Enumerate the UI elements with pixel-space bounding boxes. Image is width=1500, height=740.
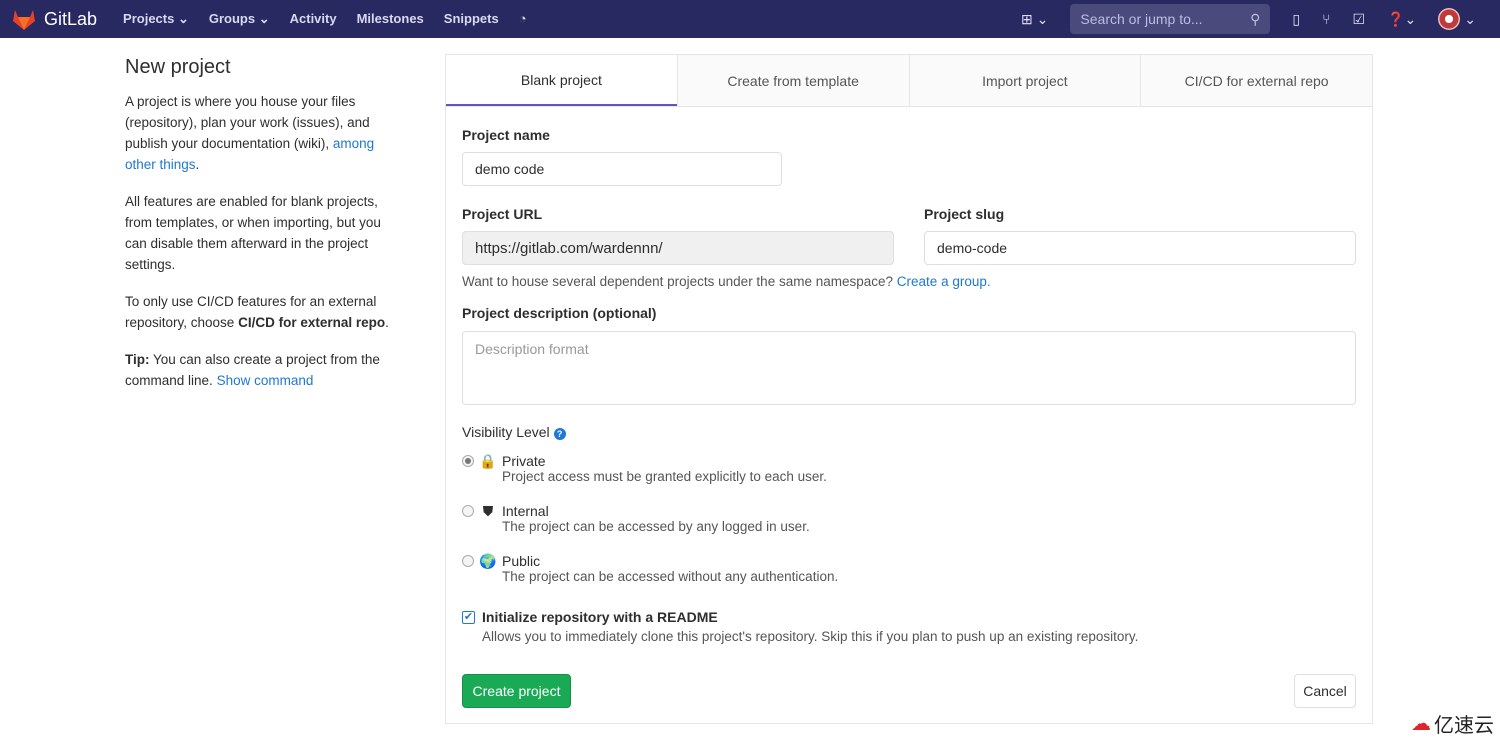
tab-import-project[interactable]: Import project <box>908 55 1141 106</box>
merge-requests-icon[interactable]: ⑂ <box>1322 11 1330 27</box>
readme-label[interactable]: Initialize repository with a README <box>482 609 1138 625</box>
globe-icon: 🌍 <box>479 553 497 569</box>
dashboard-icon[interactable]: ◔ <box>519 11 527 27</box>
public-radio[interactable] <box>462 555 474 567</box>
nav-groups[interactable]: Groups ⌄ <box>209 11 270 27</box>
create-group-link[interactable]: Create a group. <box>897 274 991 289</box>
sidebar-info: New project A project is where you house… <box>125 56 405 407</box>
visibility-private[interactable]: 🔒 Private Project access must be granted … <box>462 453 827 484</box>
tab-create-from-template[interactable]: Create from template <box>676 55 909 106</box>
nav-projects[interactable]: Projects ⌄ <box>123 11 189 27</box>
nav-snippets[interactable]: Snippets <box>444 11 499 27</box>
help-icon[interactable]: ? <box>553 428 566 440</box>
project-slug-input[interactable]: demo-code <box>924 231 1356 265</box>
new-plus-icon[interactable]: ⊞ ⌄ <box>1021 11 1048 28</box>
new-project-panel: Blank project Create from template Impor… <box>445 54 1373 724</box>
nav-activity[interactable]: Activity <box>290 11 337 27</box>
tab-blank-project[interactable]: Blank project <box>446 55 677 106</box>
private-radio[interactable] <box>462 455 474 467</box>
description-textarea[interactable]: Description format <box>462 331 1356 405</box>
project-url-label: Project URL <box>462 206 543 222</box>
project-url-input[interactable]: https://gitlab.com/wardennn/ <box>462 231 894 265</box>
search-input[interactable]: Search or jump to... ⚲ <box>1070 4 1271 34</box>
shield-icon: ⛊ <box>482 503 494 519</box>
show-command-link[interactable]: Show command <box>217 373 314 388</box>
page-title: New project <box>125 56 231 78</box>
watermark-logo: ☁ 亿速云 <box>1411 713 1494 737</box>
tab-ci-cd-external[interactable]: CI/CD for external repo <box>1140 55 1372 106</box>
description-label: Project description (optional) <box>462 305 657 321</box>
cancel-button[interactable]: Cancel <box>1294 674 1356 708</box>
readme-checkbox[interactable]: ✔ <box>462 611 475 624</box>
top-navbar: GitLab Projects ⌄ Groups ⌄ Activity Mile… <box>0 0 1500 38</box>
project-name-label: Project name <box>462 127 550 143</box>
brand-name: GitLab <box>44 8 98 29</box>
tanuki-icon <box>13 10 35 30</box>
help-icon[interactable]: ❓⌄ <box>1387 11 1416 28</box>
avatar[interactable] <box>1438 8 1461 30</box>
issues-icon[interactable]: ▯ <box>1292 11 1300 28</box>
internal-radio[interactable] <box>462 505 474 517</box>
gitlab-logo[interactable]: GitLab <box>12 8 97 30</box>
nav-milestones[interactable]: Milestones <box>357 11 424 27</box>
project-name-input[interactable]: demo code <box>462 152 782 186</box>
chevron-down-icon[interactable]: ⌄ <box>1464 11 1476 28</box>
search-icon: ⚲ <box>1250 10 1261 27</box>
create-project-button[interactable]: Create project <box>462 674 571 708</box>
visibility-internal[interactable]: ⛊ Internal The project can be accessed by… <box>462 503 810 534</box>
todos-icon[interactable]: ☑ <box>1353 11 1366 28</box>
project-slug-label: Project slug <box>924 206 1005 222</box>
lock-icon: 🔒 <box>479 453 497 469</box>
visibility-public[interactable]: 🌍 Public The project can be accessed with… <box>462 553 838 584</box>
